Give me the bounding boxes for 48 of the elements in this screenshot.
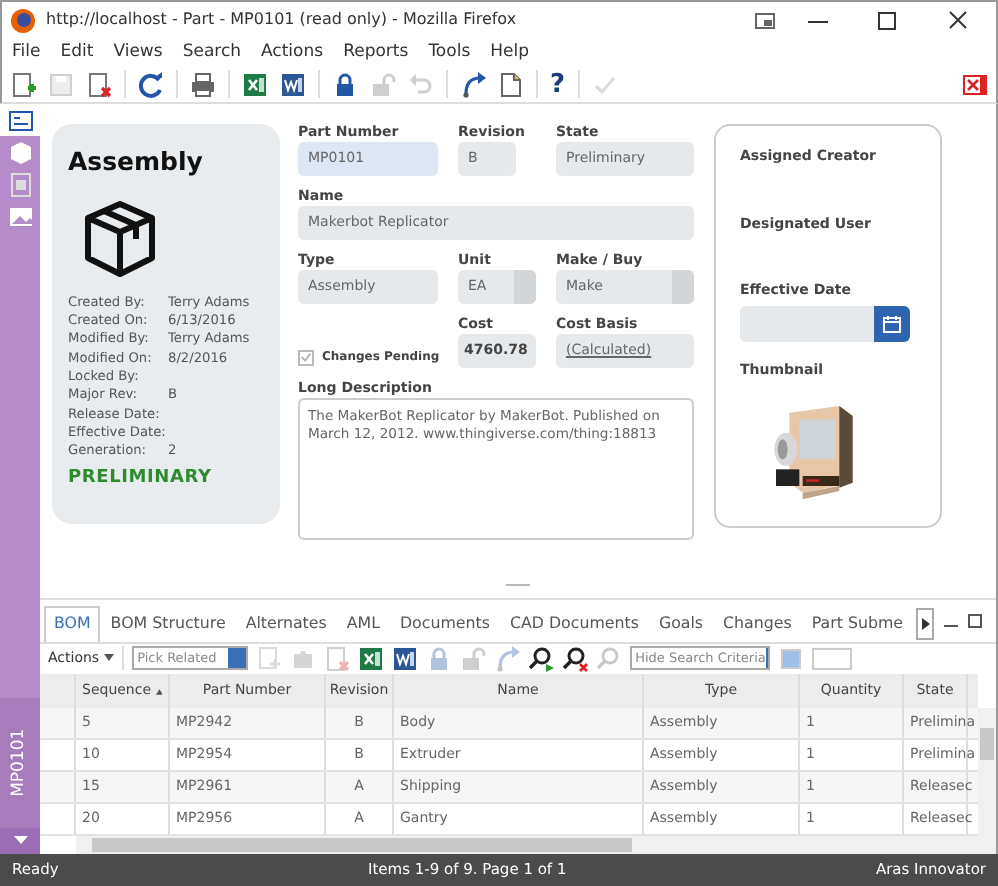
search-run-icon[interactable] xyxy=(527,645,554,672)
checkbox[interactable] xyxy=(298,349,314,365)
menu-item[interactable]: File xyxy=(12,39,41,65)
caret-icon xyxy=(103,654,114,663)
pin-icon[interactable] xyxy=(752,7,778,33)
delete-document-icon[interactable] xyxy=(86,71,112,97)
refresh-icon[interactable] xyxy=(138,71,164,97)
caret-icon xyxy=(921,618,929,631)
form-icon xyxy=(7,107,33,133)
help-button[interactable]: ? xyxy=(550,71,566,97)
new-document-icon[interactable] xyxy=(10,71,36,97)
calendar-icon xyxy=(882,313,902,333)
document-icon[interactable] xyxy=(498,71,524,97)
menu-item[interactable]: Views xyxy=(113,39,163,65)
vertical-scrollbar[interactable] xyxy=(978,708,996,837)
menu-item[interactable]: Tools xyxy=(428,39,471,65)
cube-icon xyxy=(7,139,33,165)
diagram-icon xyxy=(7,171,33,197)
padlock-icon[interactable] xyxy=(332,71,358,97)
menu-item[interactable]: Help xyxy=(490,39,530,65)
menu-item[interactable]: Edit xyxy=(60,39,94,65)
image-icon xyxy=(7,203,33,229)
menu-item[interactable]: Actions xyxy=(261,39,324,65)
scroll-tabs-button[interactable] xyxy=(916,608,934,641)
close-form-icon[interactable] xyxy=(962,71,988,97)
spreadsheet-icon[interactable] xyxy=(242,71,268,97)
search-clear-icon[interactable] xyxy=(561,645,588,672)
caret-icon xyxy=(13,836,27,846)
item-type-title: Assembly xyxy=(68,144,205,180)
word-document-icon[interactable] xyxy=(391,645,418,672)
word-document-icon[interactable] xyxy=(280,71,306,97)
sort-icon xyxy=(155,687,162,696)
date-field[interactable] xyxy=(740,305,874,341)
browser-logo-icon xyxy=(10,7,36,33)
item-label: MP0101 xyxy=(7,728,32,798)
calendar-button[interactable] xyxy=(874,305,910,341)
spreadsheet-icon[interactable] xyxy=(357,645,384,672)
menu-item[interactable]: Reports xyxy=(343,39,409,65)
window-title: http://localhost - Part - MP0101 (read only) - Mozilla Firefox xyxy=(46,8,517,32)
menu-item[interactable]: Search xyxy=(182,39,242,65)
state-label: PRELIMINARY xyxy=(68,465,214,491)
collapse-button[interactable] xyxy=(0,828,40,854)
sidebar-tab[interactable] xyxy=(0,104,40,136)
printer-icon[interactable] xyxy=(190,71,216,97)
input-field[interactable] xyxy=(811,647,852,670)
curved-arrow-icon[interactable] xyxy=(460,71,486,97)
box-icon xyxy=(80,197,160,278)
horizontal-scrollbar[interactable] xyxy=(76,836,996,854)
